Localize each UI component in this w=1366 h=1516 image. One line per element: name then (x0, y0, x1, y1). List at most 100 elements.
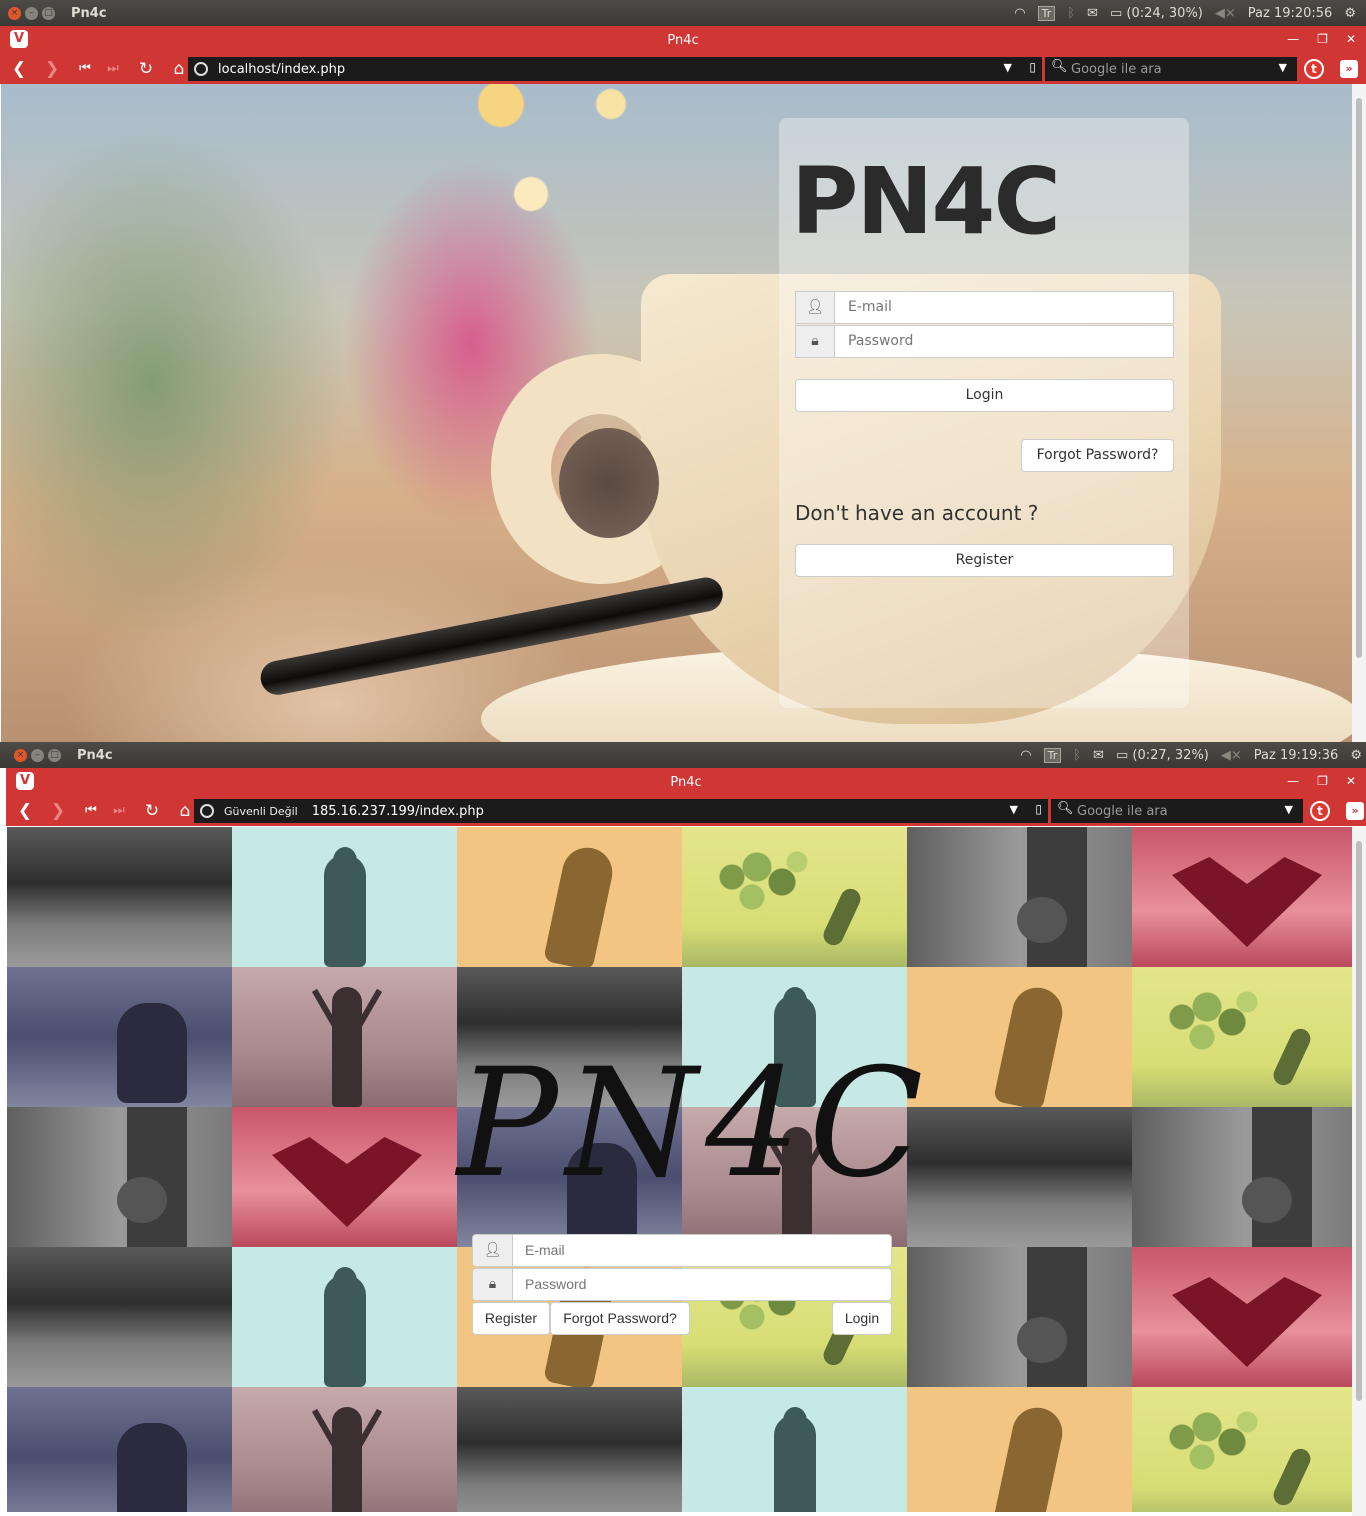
mosaic-photo-rain (7, 1247, 232, 1387)
scrollbar-thumb[interactable] (1356, 841, 1362, 1401)
email-field-group: 👤︎ (795, 291, 1174, 324)
wifi-icon[interactable]: ◠ (1020, 748, 1031, 763)
not-secure-label[interactable]: Güvenli Değil (224, 805, 298, 818)
volume-muted-icon[interactable]: ◀× (1215, 6, 1236, 21)
address-bar[interactable]: Güvenli Değil 185.16.237.199/index.php ▼… (194, 799, 1048, 823)
search-placeholder: Google ile ara (1077, 803, 1168, 819)
email-input[interactable] (525, 1235, 883, 1266)
search-icon: 🔍︎ (1051, 59, 1068, 74)
mosaic-photo-balloon (682, 827, 907, 967)
site-info-icon[interactable] (194, 62, 208, 76)
email-field-group: 👤︎ (472, 1234, 892, 1267)
battery-icon: ▭ (1109, 5, 1123, 21)
login-panel: PN4C 👤︎ 🔒︎ Login Forgot Password? Don't … (779, 118, 1189, 708)
scrollbar-thumb[interactable] (1356, 98, 1362, 658)
forgot-password-button[interactable]: Forgot Password? (1021, 439, 1174, 472)
settings-gear-icon[interactable]: ⚙ (1350, 748, 1362, 763)
minimize-window-icon[interactable]: – (25, 6, 38, 20)
clock[interactable]: Paz 19:19:36 (1254, 748, 1339, 763)
mail-icon[interactable]: ✉ (1087, 6, 1098, 21)
close-window-icon[interactable]: × (8, 6, 21, 20)
window-controls: × – □ (8, 6, 55, 20)
battery-icon: ▭ (1115, 747, 1129, 763)
url-dropdown-icon[interactable]: ▼ (1004, 61, 1012, 74)
battery-indicator[interactable]: ▭ (0:27, 32%) (1116, 748, 1209, 763)
forward-icon[interactable]: ❯ (38, 55, 66, 83)
forward-icon[interactable]: ❯ (44, 797, 72, 825)
restore-icon[interactable]: ❐ (1317, 774, 1328, 788)
register-button[interactable]: Register (472, 1302, 550, 1335)
rewind-icon[interactable]: ⏮ (71, 55, 99, 83)
password-input[interactable] (525, 1269, 883, 1300)
mosaic-photo-bridge (907, 827, 1132, 967)
extension-t-icon[interactable]: t (1310, 801, 1330, 821)
minimize-window-icon[interactable]: – (31, 748, 44, 762)
keyboard-layout-indicator[interactable]: Tr (1037, 5, 1056, 21)
mosaic-photo-heart (1132, 1247, 1357, 1387)
minimize-icon[interactable]: — (1287, 774, 1299, 788)
maximize-window-icon[interactable]: □ (48, 748, 61, 762)
page-scrollbar[interactable] (1352, 84, 1366, 742)
email-input[interactable] (848, 292, 1165, 323)
keyboard-layout-indicator[interactable]: Tr (1043, 747, 1062, 763)
mosaic-photo-rain (457, 1387, 682, 1512)
extension-forward-icon[interactable]: » (1340, 60, 1358, 78)
fast-forward-icon[interactable]: ⏭ (99, 55, 127, 83)
login-button[interactable]: Login (795, 379, 1174, 412)
reload-icon[interactable]: ↻ (138, 797, 166, 825)
address-bar[interactable]: localhost/index.php ▼ ▯ (188, 57, 1042, 81)
mosaic-photo-arms (232, 1387, 457, 1512)
battery-status: (0:27, 32%) (1132, 747, 1209, 763)
search-engine-dropdown-icon[interactable]: ▼ (1279, 61, 1287, 74)
site-logo: PN4C (791, 148, 1061, 255)
mosaic-photo-jump (907, 967, 1132, 1107)
password-input[interactable] (848, 326, 1165, 357)
fast-forward-icon[interactable]: ⏭ (105, 797, 133, 825)
forgot-password-button[interactable]: Forgot Password? (550, 1302, 690, 1335)
mosaic-photo-bridge (1132, 1107, 1357, 1247)
restore-icon[interactable]: ❐ (1317, 32, 1328, 46)
battery-status: (0:24, 30%) (1126, 5, 1203, 21)
lock-icon: 🔒︎ (473, 1269, 513, 1300)
os-app-title: Pn4c (71, 5, 107, 21)
reload-icon[interactable]: ↻ (132, 55, 160, 83)
battery-indicator[interactable]: ▭ (0:24, 30%) (1110, 6, 1203, 21)
mosaic-photo-kneel (7, 1387, 232, 1512)
mosaic-photo-balloon (1132, 1387, 1357, 1512)
wifi-icon[interactable]: ◠ (1014, 6, 1025, 21)
bookmark-icon[interactable]: ▯ (1035, 802, 1042, 816)
url-dropdown-icon[interactable]: ▼ (1010, 803, 1018, 816)
volume-muted-icon[interactable]: ◀× (1221, 748, 1242, 763)
close-icon[interactable]: ✕ (1346, 774, 1356, 788)
register-button[interactable]: Register (795, 544, 1174, 577)
search-box[interactable]: 🔍︎ Google ile ara ▼ (1045, 57, 1297, 81)
page-viewport: PN4C 👤︎ 🔒︎ Login Forgot Password? Don't … (1, 84, 1352, 742)
bookmark-icon[interactable]: ▯ (1029, 60, 1036, 74)
user-icon: 👤︎ (796, 292, 835, 323)
extension-t-icon[interactable]: t (1304, 59, 1324, 79)
mail-icon[interactable]: ✉ (1093, 748, 1104, 763)
minimize-icon[interactable]: — (1287, 32, 1299, 46)
site-info-icon[interactable] (200, 804, 214, 818)
bluetooth-icon[interactable]: ᛒ (1073, 748, 1081, 763)
login-button[interactable]: Login (832, 1302, 892, 1335)
mosaic-photo-rain (7, 827, 232, 967)
back-icon[interactable]: ❮ (11, 797, 39, 825)
search-engine-dropdown-icon[interactable]: ▼ (1285, 803, 1293, 816)
rewind-icon[interactable]: ⏮ (77, 797, 105, 825)
mosaic-photo-jump (457, 827, 682, 967)
screenshot-remote: × – □ Pn4c ◠ Tr ᛒ ✉ ▭ (0:27, 32%) ◀× Paz… (0, 742, 1366, 1516)
window-controls: × – □ (14, 748, 61, 762)
clock[interactable]: Paz 19:20:56 (1248, 6, 1333, 21)
extension-forward-icon[interactable]: » (1346, 802, 1364, 820)
close-icon[interactable]: ✕ (1346, 32, 1356, 46)
bluetooth-icon[interactable]: ᛒ (1067, 6, 1075, 21)
search-box[interactable]: 🔍︎ Google ile ara ▼ (1051, 799, 1303, 823)
page-scrollbar[interactable] (1352, 827, 1366, 1516)
close-window-icon[interactable]: × (14, 748, 27, 762)
maximize-window-icon[interactable]: □ (42, 6, 55, 20)
page-viewport: PN4C 👤︎ 🔒︎ Register Forgot Password? Log… (7, 827, 1357, 1512)
browser-title-bar: V Pn4c — ❐ ✕ (6, 768, 1366, 796)
settings-gear-icon[interactable]: ⚙ (1344, 6, 1356, 21)
back-icon[interactable]: ❮ (5, 55, 33, 83)
